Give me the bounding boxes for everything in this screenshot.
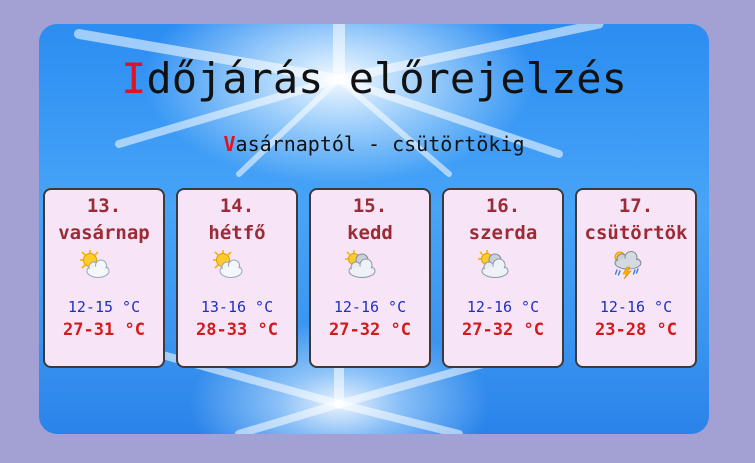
max-temperature: 27-31 °C (63, 320, 145, 340)
thunderstorm-icon (614, 251, 642, 280)
mostly-cloudy-icon (345, 250, 376, 278)
min-temperature: 12-16 °C (333, 298, 407, 316)
subtitle-first-letter: V (223, 132, 236, 156)
min-temperature: 12-16 °C (466, 298, 540, 316)
day-card: 15. kedd 12-16 °C 27-32 °C (309, 188, 431, 368)
partly-sunny-icon (80, 250, 110, 278)
day-name: kedd (347, 222, 393, 244)
day-date: 14. (219, 195, 255, 217)
min-temperature: 12-16 °C (599, 298, 673, 316)
partly-sunny-icon (213, 250, 243, 278)
day-card: 13. vasárnap 12-15 °C 27-31 °C (43, 188, 165, 368)
max-temperature: 27-32 °C (329, 320, 411, 340)
day-date: 13. (86, 195, 122, 217)
max-temperature: 23-28 °C (595, 320, 677, 340)
page-title: Időjárás előrejelzés (39, 54, 709, 103)
day-date: 17. (618, 195, 654, 217)
day-date: 16. (485, 195, 521, 217)
min-temperature: 12-15 °C (67, 298, 141, 316)
page-subtitle: Vasárnaptól - csütörtökig (39, 132, 709, 156)
max-temperature: 28-33 °C (196, 320, 278, 340)
day-name: vasárnap (58, 222, 150, 244)
day-card: 17. csütörtök 12-16 °C 23-28 °C (575, 188, 697, 368)
forecast-panel: Időjárás előrejelzés Vasárnaptól - csütö… (39, 24, 709, 434)
min-temperature: 13-16 °C (200, 298, 274, 316)
forecast-cards: 13. vasárnap 12-15 °C 27-31 °C 14. hétfő (43, 188, 705, 372)
subtitle-rest: asárnaptól - csütörtökig (235, 132, 525, 156)
mostly-cloudy-icon (478, 250, 509, 278)
day-card: 14. hétfő 13-16 °C 28-33 °C (176, 188, 298, 368)
title-rest: dőjárás előrejelzés (146, 54, 627, 103)
max-temperature: 27-32 °C (462, 320, 544, 340)
day-date: 15. (352, 195, 388, 217)
day-name: szerda (468, 222, 538, 244)
day-name: csütörtök (584, 222, 688, 244)
title-first-letter: I (121, 54, 147, 103)
day-name: hétfő (208, 222, 266, 244)
day-card: 16. szerda 12-16 °C 27-32 °C (442, 188, 564, 368)
